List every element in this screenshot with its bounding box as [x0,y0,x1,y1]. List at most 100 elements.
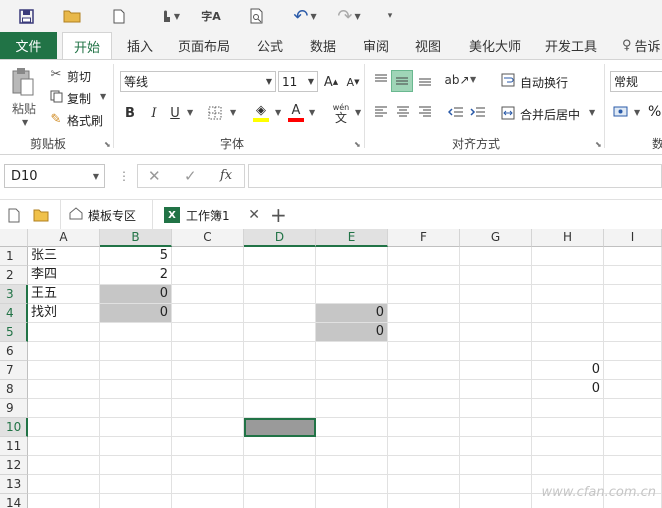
cell-b2[interactable]: 2 [100,266,172,285]
select-all-corner[interactable] [0,229,28,247]
open-folder-icon[interactable] [60,5,84,27]
enter-icon[interactable]: ✓ [184,167,197,185]
bold-button[interactable]: B [121,103,139,123]
italic-button[interactable]: I [145,103,163,123]
cell-e5[interactable]: 0 [316,323,388,342]
cell-g10[interactable] [460,418,532,437]
align-right-icon[interactable] [415,102,435,122]
cell-c14[interactable] [172,494,244,508]
cell-b10[interactable] [100,418,172,437]
cell-g9[interactable] [460,399,532,418]
cell-d7[interactable] [244,361,316,380]
align-middle-icon[interactable] [391,70,413,92]
cell-c12[interactable] [172,456,244,475]
tab-review[interactable]: 审阅 [356,32,396,59]
name-box[interactable]: D10 ▼ [4,164,105,188]
column-header-a[interactable]: A [28,229,100,247]
cell-c1[interactable] [172,247,244,266]
cell-h5[interactable] [532,323,604,342]
number-format-combo[interactable]: 常规 [610,71,662,92]
column-header-i[interactable]: I [604,229,662,247]
cell-f14[interactable] [388,494,460,508]
cell-c4[interactable] [172,304,244,323]
cell-e10[interactable] [316,418,388,437]
cell-f5[interactable] [388,323,460,342]
wrap-text-button[interactable]: 自动换行 [520,74,568,91]
cell-a10[interactable] [28,418,100,437]
cell-c11[interactable] [172,437,244,456]
cell-h4[interactable] [532,304,604,323]
accounting-dropdown-icon[interactable]: ▼ [634,108,640,117]
new-file-icon[interactable] [108,5,130,27]
cell-g6[interactable] [460,342,532,361]
column-header-g[interactable]: G [460,229,532,247]
cell-f12[interactable] [388,456,460,475]
row-header-1[interactable]: 1 [0,247,28,266]
cell-g13[interactable] [460,475,532,494]
font-color-dropdown-icon[interactable]: ▼ [309,108,315,117]
cell-d6[interactable] [244,342,316,361]
cell-b6[interactable] [100,342,172,361]
cell-d12[interactable] [244,456,316,475]
row-header-13[interactable]: 13 [0,475,28,494]
row-header-9[interactable]: 9 [0,399,28,418]
merge-dropdown-icon[interactable]: ▼ [589,108,595,117]
tab-home[interactable]: 开始 [62,32,112,60]
merge-center-button[interactable]: 合并后居中 [520,106,580,123]
tab-template-zone[interactable]: 模板专区 [60,200,153,230]
cell-f11[interactable] [388,437,460,456]
cell-d5[interactable] [244,323,316,342]
align-bottom-icon[interactable] [415,70,435,90]
cancel-icon[interactable]: ✕ [148,167,161,185]
cell-a1[interactable]: 张三 [28,247,100,266]
copy-dropdown-icon[interactable]: ▼ [100,92,106,101]
cell-g7[interactable] [460,361,532,380]
column-header-c[interactable]: C [172,229,244,247]
cell-d10[interactable] [244,418,316,437]
cell-h9[interactable] [532,399,604,418]
cell-e8[interactable] [316,380,388,399]
cell-f3[interactable] [388,285,460,304]
tab-page-layout[interactable]: 页面布局 [172,32,236,59]
cell-g2[interactable] [460,266,532,285]
cell-g8[interactable] [460,380,532,399]
underline-dropdown-icon[interactable]: ▼ [187,108,193,117]
cell-e1[interactable] [316,247,388,266]
cell-b11[interactable] [100,437,172,456]
row-header-7[interactable]: 7 [0,361,28,380]
add-tab-icon[interactable]: + [270,200,287,230]
cell-a5[interactable] [28,323,100,342]
cell-b7[interactable] [100,361,172,380]
cell-d14[interactable] [244,494,316,508]
fill-color-dropdown-icon[interactable]: ▼ [275,108,281,117]
cell-h7[interactable]: 0 [532,361,604,380]
cell-a8[interactable] [28,380,100,399]
save-icon[interactable] [14,5,38,27]
spell-check-icon[interactable]: 字A [200,5,222,27]
format-painter-button[interactable]: 格式刷 [67,112,103,129]
paste-dropdown-icon[interactable]: ▼ [22,118,28,127]
row-header-8[interactable]: 8 [0,380,28,399]
row-header-2[interactable]: 2 [0,266,28,285]
cell-i1[interactable] [604,247,662,266]
font-color-icon[interactable]: A [286,100,306,124]
cell-d1[interactable] [244,247,316,266]
cell-h11[interactable] [532,437,604,456]
tab-beautify-master[interactable]: 美化大师 [462,32,528,59]
cell-i3[interactable] [604,285,662,304]
align-top-icon[interactable] [371,70,391,90]
cell-d4[interactable] [244,304,316,323]
orientation-dropdown-icon[interactable]: ▼ [470,75,476,84]
cell-g14[interactable] [460,494,532,508]
cell-b8[interactable] [100,380,172,399]
cell-e12[interactable] [316,456,388,475]
cell-a4[interactable]: 找刘 [28,304,100,323]
touch-mode-icon[interactable]: ▼ [155,5,185,27]
cell-f2[interactable] [388,266,460,285]
close-icon[interactable]: ✕ [248,207,260,223]
decrease-font-size-icon[interactable]: A ▼ [344,72,362,92]
cell-d13[interactable] [244,475,316,494]
cell-h2[interactable] [532,266,604,285]
fill-color-icon[interactable]: ◈ [250,100,272,124]
cell-d8[interactable] [244,380,316,399]
